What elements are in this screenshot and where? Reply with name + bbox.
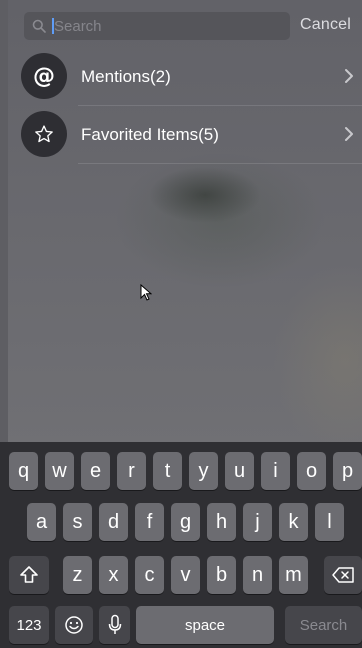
star-icon (21, 111, 67, 157)
key-c[interactable]: c (135, 556, 164, 594)
key-p[interactable]: p (333, 452, 362, 490)
key-y[interactable]: y (189, 452, 218, 490)
mouse-pointer-icon (140, 284, 152, 301)
key-w[interactable]: w (45, 452, 74, 490)
delete-key[interactable] (324, 556, 362, 594)
key-n[interactable]: n (243, 556, 272, 594)
emoji-key[interactable] (55, 606, 93, 644)
key-e[interactable]: e (81, 452, 110, 490)
list-item-label: Favorited Items(5) (81, 125, 219, 144)
key-q[interactable]: q (9, 452, 38, 490)
microphone-icon (108, 614, 121, 634)
keyboard: q w e r t y u i o p a s d f g h j k l z … (0, 442, 362, 648)
key-m[interactable]: m (279, 556, 308, 594)
emoji-icon (65, 616, 83, 634)
key-j[interactable]: j (243, 503, 272, 541)
shift-icon (20, 566, 38, 583)
key-l[interactable]: l (315, 503, 344, 541)
search-input[interactable] (54, 16, 274, 36)
key-f[interactable]: f (135, 503, 164, 541)
key-s[interactable]: s (63, 503, 92, 541)
search-icon (32, 19, 46, 33)
key-o[interactable]: o (297, 452, 326, 490)
list-item-favorited[interactable]: Favorited Items(5) (0, 106, 362, 164)
key-b[interactable]: b (207, 556, 236, 594)
list-item-label: Mentions(2) (81, 67, 171, 86)
key-i[interactable]: i (261, 452, 290, 490)
cancel-button[interactable]: Cancel (300, 16, 351, 34)
space-key[interactable]: space (136, 606, 274, 644)
shift-key[interactable] (9, 556, 49, 594)
search-field[interactable] (24, 12, 290, 40)
chevron-right-icon (345, 69, 353, 83)
key-u[interactable]: u (225, 452, 254, 490)
key-d[interactable]: d (99, 503, 128, 541)
separator (78, 163, 362, 164)
list-item-mentions[interactable]: @ Mentions(2) (0, 48, 362, 106)
key-x[interactable]: x (99, 556, 128, 594)
at-sign-icon: @ (21, 53, 67, 99)
key-k[interactable]: k (279, 503, 308, 541)
key-v[interactable]: v (171, 556, 200, 594)
backspace-icon (332, 567, 354, 583)
dictation-key[interactable] (99, 606, 130, 644)
search-key[interactable]: Search (285, 606, 362, 644)
key-h[interactable]: h (207, 503, 236, 541)
numbers-key[interactable]: 123 (9, 606, 49, 644)
key-r[interactable]: r (117, 452, 146, 490)
search-header: Cancel (0, 0, 362, 50)
key-g[interactable]: g (171, 503, 200, 541)
key-a[interactable]: a (27, 503, 56, 541)
key-t[interactable]: t (153, 452, 182, 490)
key-z[interactable]: z (63, 556, 92, 594)
chevron-right-icon (345, 127, 353, 141)
